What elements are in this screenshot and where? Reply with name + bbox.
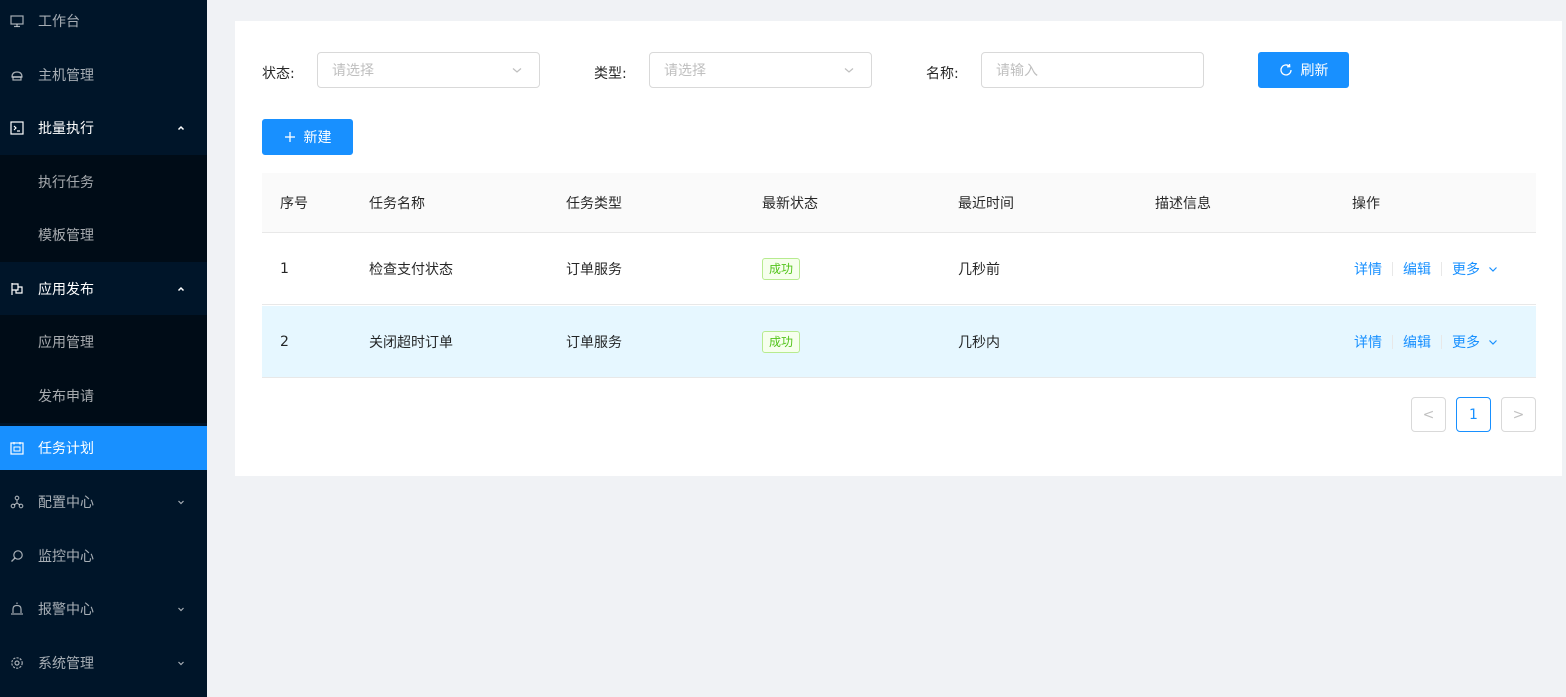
status-badge: 成功: [762, 257, 801, 280]
sidebar-item-label: 主机管理: [38, 68, 94, 84]
chevron-down-icon: [1489, 266, 1497, 272]
new-button[interactable]: 新建: [262, 119, 353, 155]
chevron-down-icon: [843, 64, 855, 76]
sidebar-item-label: 任务计划: [38, 441, 94, 457]
sidebar-item-label: 系统管理: [38, 656, 94, 672]
sidebar-item-alarm[interactable]: 报警中心: [0, 582, 207, 636]
divider: [1392, 334, 1393, 349]
reload-icon: [1279, 63, 1293, 77]
more-dropdown[interactable]: 更多: [1452, 332, 1498, 352]
code-icon: [10, 121, 24, 135]
sidebar-item-hosts[interactable]: 主机管理: [0, 48, 207, 102]
column-header-index: 序号: [280, 195, 308, 212]
chevron-right-icon: >: [1512, 406, 1525, 423]
monitor-search-icon: [10, 549, 24, 563]
sidebar-item-template[interactable]: 模板管理: [0, 208, 207, 262]
column-header-desc: 描述信息: [1155, 195, 1211, 212]
status-badge: 成功: [762, 330, 801, 353]
column-header-name: 任务名称: [369, 195, 425, 212]
row-name: 检查支付状态: [369, 261, 453, 278]
row-name: 关闭超时订单: [369, 334, 453, 351]
sidebar-item-schedule[interactable]: 任务计划: [0, 426, 207, 470]
flag-icon: [10, 282, 24, 296]
pagination-prev-button[interactable]: <: [1411, 397, 1446, 432]
sidebar-item-deploy-request[interactable]: 发布申请: [0, 369, 207, 423]
more-dropdown[interactable]: 更多: [1452, 259, 1498, 279]
detail-link[interactable]: 详情: [1354, 332, 1382, 352]
sidebar-item-label: 执行任务: [38, 175, 94, 191]
sidebar-item-label: 配置中心: [38, 495, 94, 511]
chevron-down-icon: [176, 497, 186, 507]
plus-icon: [284, 131, 296, 143]
column-header-type: 任务类型: [566, 195, 622, 212]
pagination-page-1[interactable]: 1: [1456, 397, 1491, 432]
status-select-placeholder: 请选择: [332, 63, 374, 79]
name-input-placeholder: 请输入: [996, 63, 1038, 79]
type-select-placeholder: 请选择: [664, 63, 706, 79]
sidebar-item-batch[interactable]: 批量执行: [0, 101, 207, 155]
sidebar-item-label: 模板管理: [38, 228, 94, 244]
chevron-down-icon: [176, 604, 186, 614]
column-header-status: 最新状态: [762, 195, 818, 212]
chevron-down-icon: [176, 658, 186, 668]
setting-icon: [10, 656, 24, 670]
chevron-down-icon: [511, 64, 523, 76]
chevron-up-icon: [176, 123, 186, 133]
row-type: 订单服务: [566, 334, 622, 351]
name-input[interactable]: 请输入: [981, 52, 1204, 88]
sidebar-item-config[interactable]: 配置中心: [0, 475, 207, 529]
column-header-actions: 操作: [1352, 195, 1380, 212]
sidebar-item-workbench[interactable]: 工作台: [0, 0, 207, 48]
name-filter-label: 名称:: [926, 66, 959, 82]
sidebar-item-label: 应用发布: [38, 282, 94, 298]
row-index: 1: [280, 260, 289, 277]
row-index: 2: [280, 333, 289, 350]
detail-link[interactable]: 详情: [1354, 259, 1382, 279]
status-filter-label: 状态:: [262, 66, 295, 82]
sidebar-item-label: 应用管理: [38, 335, 94, 351]
sidebar: 工作台 主机管理 批量执行 执行任务 模板管理 应用发布 应用管理 发布申请 任…: [0, 0, 207, 697]
new-button-label: 新建: [303, 130, 332, 146]
deployment-unit-icon: [10, 495, 24, 509]
more-label: 更多: [1452, 261, 1480, 278]
sidebar-item-label: 发布申请: [38, 389, 94, 405]
sidebar-item-monitor[interactable]: 监控中心: [0, 529, 207, 583]
chevron-up-icon: [176, 284, 186, 294]
schedule-icon: [10, 441, 24, 455]
divider: [1392, 261, 1393, 276]
more-label: 更多: [1452, 334, 1480, 351]
sidebar-item-app-manage[interactable]: 应用管理: [0, 315, 207, 369]
chevron-left-icon: <: [1422, 406, 1435, 423]
sidebar-item-label: 监控中心: [38, 549, 94, 565]
sidebar-item-system[interactable]: 系统管理: [0, 636, 207, 690]
edit-link[interactable]: 编辑: [1403, 332, 1431, 352]
desktop-icon: [10, 14, 24, 28]
row-time: 几秒前: [958, 261, 1000, 278]
type-select[interactable]: 请选择: [649, 52, 872, 88]
refresh-button[interactable]: 刷新: [1258, 52, 1349, 88]
edit-link[interactable]: 编辑: [1403, 259, 1431, 279]
sidebar-item-label: 报警中心: [38, 602, 94, 618]
table-row[interactable]: 1 检查支付状态 订单服务 成功 几秒前 详情 编辑 更多: [262, 233, 1536, 305]
table-row[interactable]: 2 关闭超时订单 订单服务 成功 几秒内 详情 编辑 更多: [262, 306, 1536, 378]
sidebar-item-label: 工作台: [38, 14, 80, 30]
pagination-next-button[interactable]: >: [1501, 397, 1536, 432]
row-time: 几秒内: [958, 334, 1000, 351]
chevron-down-icon: [1489, 339, 1497, 345]
status-select[interactable]: 请选择: [317, 52, 540, 88]
refresh-button-label: 刷新: [1300, 63, 1329, 79]
page-number: 1: [1469, 406, 1478, 423]
cloud-server-icon: [10, 68, 24, 82]
type-filter-label: 类型:: [594, 66, 627, 82]
divider: [1441, 261, 1442, 276]
sidebar-item-label: 批量执行: [38, 121, 94, 137]
sidebar-item-deploy[interactable]: 应用发布: [0, 262, 207, 316]
row-type: 订单服务: [566, 261, 622, 278]
sidebar-item-exec-task[interactable]: 执行任务: [0, 155, 207, 209]
column-header-time: 最近时间: [958, 195, 1014, 212]
alert-icon: [10, 602, 24, 616]
divider: [1441, 334, 1442, 349]
table-header: 序号 任务名称 任务类型 最新状态 最近时间 描述信息 操作: [262, 173, 1536, 233]
